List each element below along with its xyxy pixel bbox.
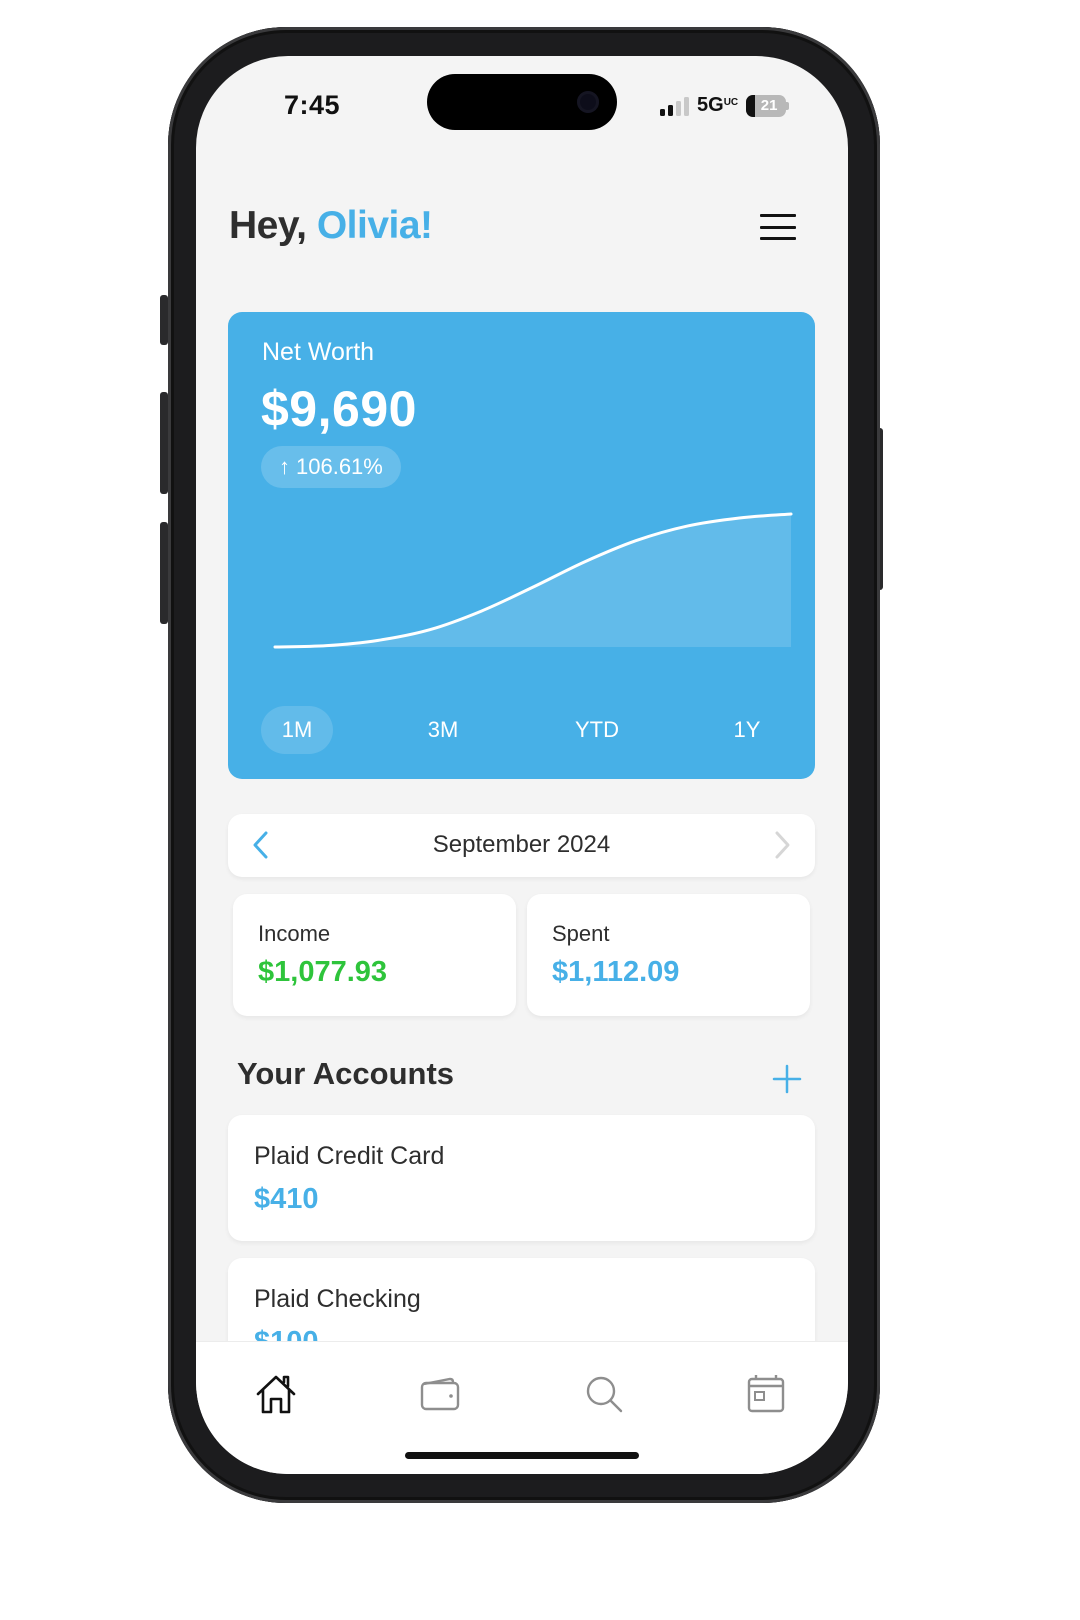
camera-icon	[577, 91, 599, 113]
month-label: September 2024	[432, 831, 611, 858]
net-worth-label: Net Worth	[262, 338, 375, 366]
signal-icon	[660, 96, 689, 116]
chart-area-fill	[275, 514, 791, 647]
status-indicators: 5GUC 21	[660, 94, 790, 117]
user-name: Olivia!	[316, 204, 433, 247]
range-tab-ytd[interactable]: YTD	[561, 706, 633, 754]
search-icon[interactable]	[582, 1372, 626, 1416]
range-tab-3m[interactable]: 3M	[407, 706, 479, 754]
spent-value: $1,112.09	[552, 956, 680, 988]
plus-icon[interactable]	[770, 1062, 804, 1096]
range-tab-1y[interactable]: 1Y	[711, 706, 783, 754]
action-button	[160, 295, 168, 345]
status-time: 7:45	[284, 90, 341, 120]
range-tabs: 1M 3M YTD 1Y	[261, 706, 791, 754]
network-type: 5GUC	[697, 94, 739, 116]
spent-label: Spent	[552, 921, 610, 946]
arrow-up-icon: ↑	[279, 454, 290, 479]
wallet-icon[interactable]	[418, 1372, 462, 1416]
income-value: $1,077.93	[258, 956, 388, 988]
chevron-right-icon[interactable]	[767, 830, 797, 860]
greeting-title: Hey, Olivia!	[229, 204, 433, 247]
income-label: Income	[258, 921, 331, 946]
home-indicator	[405, 1452, 639, 1459]
account-card[interactable]: Plaid Credit Card $410	[228, 1115, 815, 1241]
income-card[interactable]: Income $1,077.93	[233, 894, 516, 1016]
net-worth-card: Net Worth $9,690 ↑ 106.61% 1M 3M YTD 1Y	[228, 312, 815, 779]
spent-card[interactable]: Spent $1,112.09	[527, 894, 810, 1016]
accounts-title: Your Accounts	[237, 1056, 455, 1091]
net-worth-change-badge: ↑ 106.61%	[261, 446, 401, 488]
net-worth-chart	[273, 512, 793, 649]
range-tab-1m[interactable]: 1M	[261, 706, 333, 754]
volume-up-button	[160, 392, 168, 494]
account-name: Plaid Credit Card	[254, 1142, 445, 1170]
calendar-icon[interactable]	[744, 1372, 788, 1416]
account-balance: $410	[254, 1183, 319, 1215]
battery-icon: 21	[746, 94, 787, 117]
phone-screen: 7:45 5GUC 21 Hey, Olivia! Net Worth $9,6…	[196, 56, 848, 1474]
home-icon[interactable]	[254, 1372, 298, 1416]
hamburger-menu-icon[interactable]	[760, 214, 796, 240]
change-percent: 106.61%	[296, 454, 383, 479]
net-worth-value: $9,690	[261, 381, 417, 437]
dynamic-island	[427, 74, 617, 130]
volume-down-button	[160, 522, 168, 624]
bottom-nav	[196, 1341, 848, 1474]
account-name: Plaid Checking	[254, 1285, 421, 1313]
battery-level: 21	[760, 97, 778, 114]
month-selector: September 2024	[228, 814, 815, 877]
